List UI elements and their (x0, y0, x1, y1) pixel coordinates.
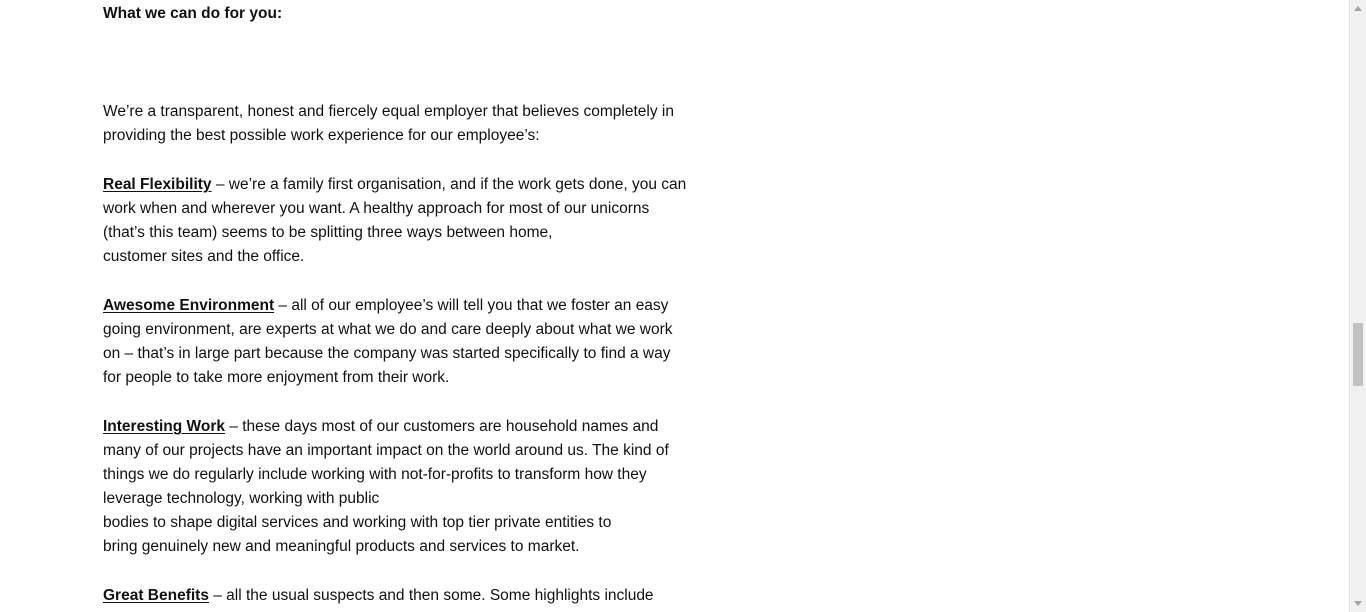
triangle-down-icon (1354, 601, 1362, 606)
section-text: work when and wherever you want. A healt… (103, 200, 650, 217)
intro-line: We’re a transparent, honest and fiercely… (103, 103, 674, 120)
intro-line: providing the best possible work experie… (103, 127, 540, 144)
term-real-flexibility: Real Flexibility (103, 176, 212, 193)
scroll-down-button[interactable] (1350, 595, 1366, 612)
intro-paragraph: We’re a transparent, honest and fiercely… (103, 100, 713, 148)
section-great-benefits: Great Benefits – all the usual suspects … (103, 584, 713, 608)
scroll-up-button[interactable] (1350, 0, 1366, 17)
section-text: many of our projects have an important i… (103, 442, 669, 459)
term-great-benefits: Great Benefits (103, 587, 209, 604)
page-heading: What we can do for you: (103, 5, 283, 22)
section-text: (that’s this team) seems to be splitting… (103, 224, 553, 241)
section-awesome-environment: Awesome Environment – all of our employe… (103, 294, 713, 390)
section-text: – all of our employee’s will tell you th… (274, 297, 669, 314)
section-text: for people to take more enjoyment from t… (103, 369, 450, 386)
term-interesting-work: Interesting Work (103, 418, 226, 435)
section-text: bring genuinely new and meaningful produ… (103, 538, 580, 555)
section-text: bodies to shape digital services and wor… (103, 514, 612, 531)
section-text: – these days most of our customers are h… (225, 418, 659, 435)
section-text: on – that’s in large part because the co… (103, 345, 671, 362)
section-text: – all the usual suspects and then some. … (208, 587, 654, 604)
section-text: – we’re a family first organisation, and… (211, 176, 687, 193)
section-real-flexibility: Real Flexibility – we’re a family first … (103, 173, 713, 269)
section-text: going environment, are experts at what w… (103, 321, 673, 338)
vertical-scrollbar[interactable] (1349, 0, 1366, 612)
triangle-up-icon (1354, 6, 1362, 11)
section-text: things we do regularly include working w… (103, 466, 647, 483)
term-awesome-environment: Awesome Environment (103, 297, 275, 314)
section-text: customer sites and the office. (103, 248, 305, 265)
scrollbar-thumb[interactable] (1353, 323, 1363, 386)
section-interesting-work: Interesting Work – these days most of ou… (103, 415, 713, 559)
section-text: leverage technology, working with public (103, 490, 380, 507)
